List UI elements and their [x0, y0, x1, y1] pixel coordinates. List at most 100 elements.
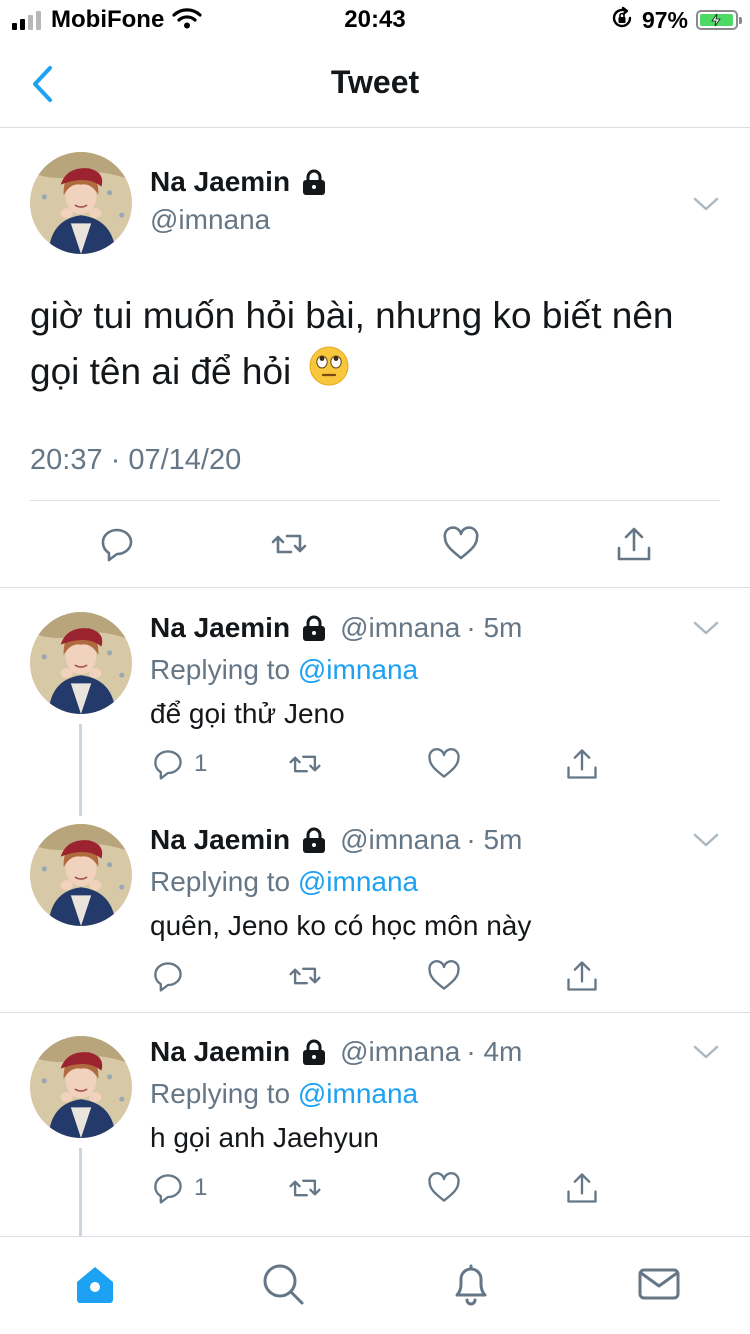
battery-icon: [696, 10, 742, 30]
tweet-menu-button[interactable]: [692, 830, 720, 850]
user-handle[interactable]: @imnana: [340, 824, 460, 856]
reply-icon: [150, 958, 186, 994]
display-name[interactable]: Na Jaemin: [150, 824, 290, 856]
reply-count: 1: [194, 750, 208, 777]
user-handle[interactable]: @imnana: [340, 612, 460, 644]
tweet-actions: [0, 516, 750, 572]
like-icon: [441, 524, 481, 564]
like-icon: [426, 958, 462, 994]
chevron-down-icon: [692, 618, 720, 638]
retweet-icon: [287, 958, 323, 994]
tweet-menu-button[interactable]: [692, 1042, 720, 1062]
tweet-menu-button[interactable]: [692, 618, 720, 638]
battery-percent: 97%: [641, 6, 688, 33]
messages-icon: [638, 1268, 680, 1300]
status-bar: MobiFone 20:43 97%: [0, 0, 750, 40]
reply-text: để gọi thử Jeno: [150, 698, 345, 729]
like-button[interactable]: [426, 1168, 462, 1208]
tab-messages[interactable]: [634, 1259, 684, 1309]
reply-tweet[interactable]: Na Jaemin @imnana · 5m Replying to @imna…: [0, 800, 750, 1012]
chevron-down-icon: [692, 194, 720, 214]
lock-icon: [300, 826, 328, 854]
rotation-lock-icon: [610, 6, 634, 35]
display-name[interactable]: Na Jaemin: [150, 612, 290, 644]
replying-to: Replying to @imnana: [150, 1078, 690, 1110]
avatar[interactable]: [30, 1036, 132, 1138]
reply-tweet[interactable]: Na Jaemin @imnana · 5m Replying to @imna…: [0, 588, 750, 816]
reply-tweet[interactable]: Na Jaemin @imnana · 4m Replying to @imna…: [0, 1012, 750, 1236]
reply-button[interactable]: 1: [150, 744, 207, 784]
home-icon: [77, 1267, 113, 1303]
tab-bar: [0, 1236, 750, 1334]
tweet-actions: 1: [150, 744, 610, 788]
search-icon: [263, 1264, 304, 1305]
replying-to: Replying to @imnana: [150, 654, 690, 686]
share-icon: [564, 958, 600, 994]
tab-home[interactable]: [70, 1259, 120, 1309]
tab-notifications[interactable]: [446, 1259, 496, 1309]
like-button[interactable]: [426, 956, 462, 996]
replying-to-label: Replying to: [150, 1078, 291, 1109]
share-icon: [614, 524, 654, 564]
rolling-eyes-emoji-icon: [308, 345, 350, 403]
reply-text: h gọi anh Jaehyun: [150, 1122, 379, 1153]
avatar[interactable]: [30, 824, 132, 926]
retweet-icon: [287, 746, 323, 782]
share-icon: [564, 1170, 600, 1206]
retweet-button[interactable]: [287, 956, 323, 996]
tweet-menu-button[interactable]: [692, 194, 720, 214]
retweet-icon: [287, 1170, 323, 1206]
display-name[interactable]: Na Jaemin: [150, 1036, 290, 1068]
chevron-down-icon: [692, 1042, 720, 1062]
display-name[interactable]: Na Jaemin: [150, 166, 290, 198]
retweet-button[interactable]: [287, 744, 323, 784]
share-button[interactable]: [564, 1168, 600, 1208]
avatar[interactable]: [30, 612, 132, 714]
reply-button[interactable]: [95, 522, 139, 566]
author-block: Na Jaemin @imnana: [150, 166, 328, 236]
main-tweet: Na Jaemin @imnana giờ tui muốn hỏi bài, …: [0, 128, 750, 588]
lock-icon: [300, 614, 328, 642]
like-button[interactable]: [439, 522, 483, 566]
page-title: Tweet: [330, 64, 420, 100]
tweet-text-content: giờ tui muốn hỏi bài, nhưng ko biết nên …: [30, 295, 674, 392]
like-icon: [426, 1170, 462, 1206]
mention-link[interactable]: @imnana: [298, 866, 418, 897]
tweet-timestamp: 20:37 · 07/14/20: [30, 444, 242, 476]
author-block: Na Jaemin @imnana · 5m Replying to @imna…: [150, 824, 690, 942]
share-button[interactable]: [612, 522, 656, 566]
tab-search[interactable]: [258, 1259, 308, 1309]
mention-link[interactable]: @imnana: [298, 1078, 418, 1109]
reply-icon: [150, 1170, 186, 1206]
status-right: 97%: [610, 6, 742, 35]
reply-text: quên, Jeno ko có học môn này: [150, 910, 532, 941]
like-button[interactable]: [426, 744, 462, 784]
lock-icon: [300, 168, 328, 196]
chevron-down-icon: [692, 830, 720, 850]
retweet-button[interactable]: [287, 1168, 323, 1208]
replying-to: Replying to @imnana: [150, 866, 690, 898]
avatar[interactable]: [30, 152, 132, 254]
reply-button[interactable]: [150, 956, 194, 996]
retweet-button[interactable]: [267, 522, 311, 566]
lock-icon: [300, 1038, 328, 1066]
user-handle[interactable]: @imnana: [340, 1036, 460, 1068]
author-block: Na Jaemin @imnana · 4m Replying to @imna…: [150, 1036, 690, 1154]
reply-time: · 5m: [466, 824, 523, 855]
reply-time: · 4m: [466, 1036, 523, 1067]
like-icon: [426, 746, 462, 782]
reply-icon: [97, 524, 137, 564]
thread-line: [79, 1148, 82, 1236]
user-handle[interactable]: @imnana: [150, 204, 328, 236]
replying-to-label: Replying to: [150, 654, 291, 685]
reply-time: · 5m: [466, 612, 523, 643]
divider: [30, 500, 720, 501]
reply-count: 1: [194, 1174, 208, 1201]
mention-link[interactable]: @imnana: [298, 654, 418, 685]
replying-to-label: Replying to: [150, 866, 291, 897]
share-button[interactable]: [564, 744, 600, 784]
reply-button[interactable]: 1: [150, 1168, 207, 1208]
tweet-actions: [150, 956, 610, 1000]
notifications-icon: [455, 1264, 487, 1306]
share-button[interactable]: [564, 956, 600, 996]
